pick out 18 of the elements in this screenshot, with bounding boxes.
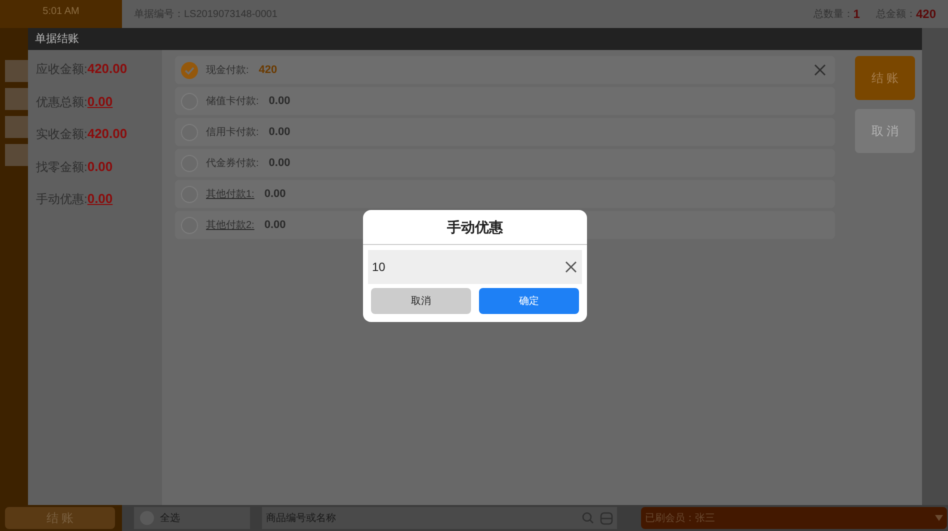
payment-amount: 0.00 bbox=[268, 156, 290, 171]
summary-value: 420.00 bbox=[87, 60, 128, 78]
dialog-title: 单据结账 bbox=[35, 32, 79, 47]
payment-amount: 0.00 bbox=[264, 218, 286, 233]
payment-amount: 0.00 bbox=[264, 186, 286, 202]
payment-method-label: 信用卡付款: bbox=[206, 126, 259, 140]
total-quantity: 1 bbox=[853, 6, 860, 23]
payment-method-label: 储值卡付款: bbox=[206, 94, 259, 108]
clock-text: 5:01 AM bbox=[42, 5, 80, 19]
discount-dialog-title: 手动优惠 bbox=[447, 218, 503, 236]
payment-amount: 0.00 bbox=[268, 124, 290, 140]
total-amount: 420 bbox=[916, 6, 936, 23]
summary-value: 420.00 bbox=[87, 125, 128, 143]
summary-value: 0.00 bbox=[87, 158, 113, 176]
payment-method-label: 代金券付款: bbox=[206, 156, 259, 170]
payment-amount: 0.00 bbox=[268, 94, 290, 109]
payment-method-label: 现金付款: bbox=[206, 64, 249, 78]
payment-amount: 420 bbox=[258, 62, 278, 78]
